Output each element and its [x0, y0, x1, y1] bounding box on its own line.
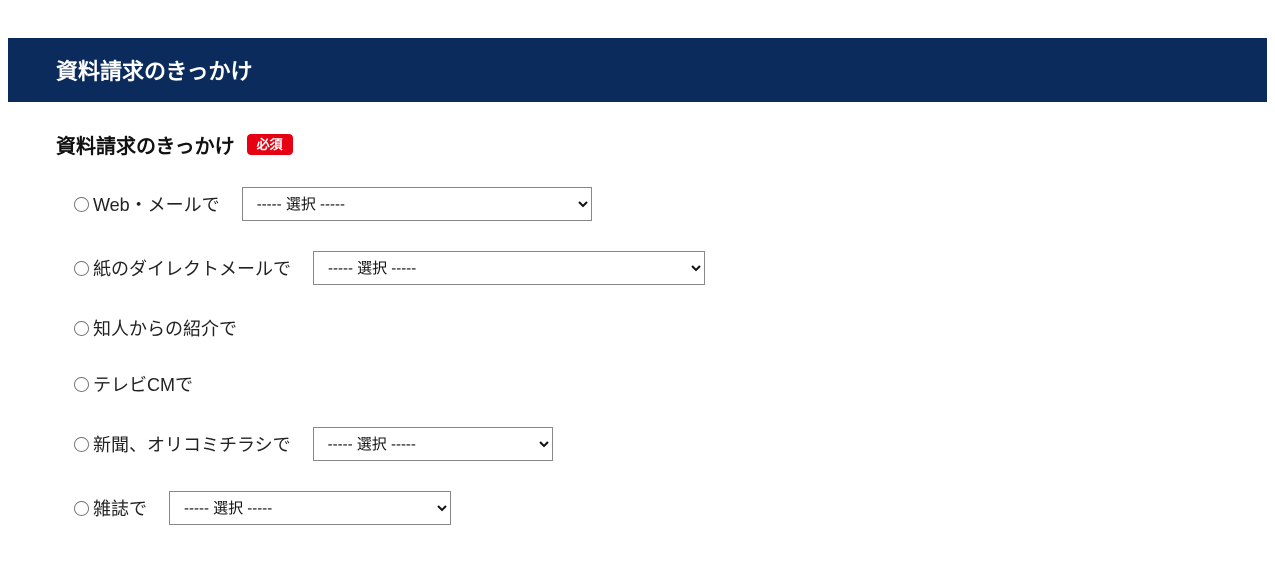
option-radio[interactable]	[74, 437, 89, 452]
option-radio[interactable]	[74, 501, 89, 516]
option-radio[interactable]	[74, 261, 89, 276]
field-block: 資料請求のきっかけ 必須 Web・メールで----- 選択 -----紙のダイレ…	[0, 130, 1275, 525]
option-label: Web・メールで	[93, 191, 220, 217]
field-title: 資料請求のきっかけ	[56, 130, 235, 159]
option-row: 新聞、オリコミチラシで ----- 選択 -----	[74, 427, 1219, 461]
option-select[interactable]: ----- 選択 -----	[313, 427, 553, 461]
option-label: 紙のダイレクトメールで	[93, 255, 291, 281]
option-label: 新聞、オリコミチラシで	[93, 431, 291, 457]
option-row: 紙のダイレクトメールで ----- 選択 -----	[74, 251, 1219, 285]
options-list: Web・メールで ----- 選択 ----- 紙のダイレクトメールで ----- 選…	[56, 187, 1219, 525]
section-header: 資料請求のきっかけ	[8, 38, 1267, 102]
option-select[interactable]: ----- 選択 -----	[313, 251, 705, 285]
option-select[interactable]: ----- 選択 -----	[169, 491, 451, 525]
option-label: 雑誌で	[93, 495, 147, 521]
option-radio[interactable]	[74, 197, 89, 212]
option-row: Web・メールで ----- 選択 -----	[74, 187, 1219, 221]
option-row: 知人からの紹介で	[74, 315, 1219, 341]
option-select[interactable]: ----- 選択 -----	[242, 187, 592, 221]
field-title-row: 資料請求のきっかけ 必須	[56, 130, 1219, 159]
option-label: 知人からの紹介で	[93, 315, 237, 341]
option-radio[interactable]	[74, 377, 89, 392]
option-row: 雑誌で ----- 選択 -----	[74, 491, 1219, 525]
option-row: テレビCMで	[74, 371, 1219, 397]
required-badge: 必須	[247, 134, 293, 156]
option-radio[interactable]	[74, 321, 89, 336]
option-label: テレビCMで	[93, 371, 193, 397]
